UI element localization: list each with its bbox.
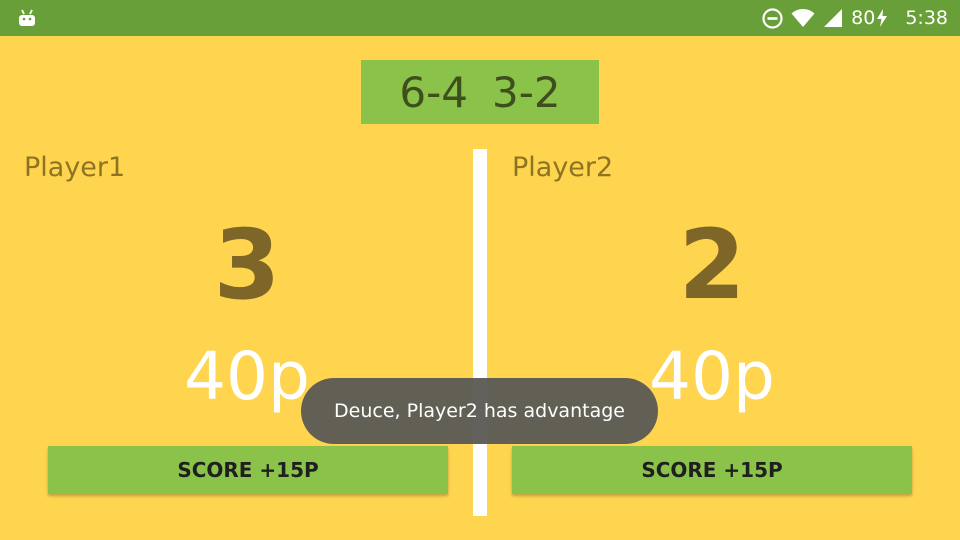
battery-charging-icon (877, 9, 888, 27)
battery-level: 80 (851, 7, 876, 29)
status-icons: 80 5:38 (762, 0, 948, 36)
status-bar: 80 5:38 (0, 0, 960, 36)
center-divider (473, 149, 487, 516)
do-not-disturb-icon (762, 7, 783, 29)
set-score-2: 3-2 (492, 67, 561, 117)
battery-status: 80 (851, 7, 888, 29)
toast-text: Deuce, Player2 has advantage (334, 400, 625, 422)
wifi-icon (791, 8, 815, 28)
set-score-box: 6-4 3-2 (361, 60, 599, 124)
player2-score-button[interactable]: SCORE +15P (512, 446, 912, 494)
player1-score-button[interactable]: SCORE +15P (48, 446, 448, 494)
set-score-1: 6-4 (399, 67, 468, 117)
player1-games: 3 (213, 209, 281, 321)
player2-name: Player2 (512, 152, 614, 183)
toast-message: Deuce, Player2 has advantage (301, 378, 658, 444)
cell-signal-icon (823, 8, 843, 28)
player2-games: 2 (678, 209, 746, 321)
clock: 5:38 (905, 7, 948, 29)
android-icon (17, 8, 37, 28)
player1-name: Player1 (24, 152, 126, 183)
app-screen: 80 5:38 6-4 3-2 Player1 3 40p SCORE +15P… (0, 0, 960, 540)
